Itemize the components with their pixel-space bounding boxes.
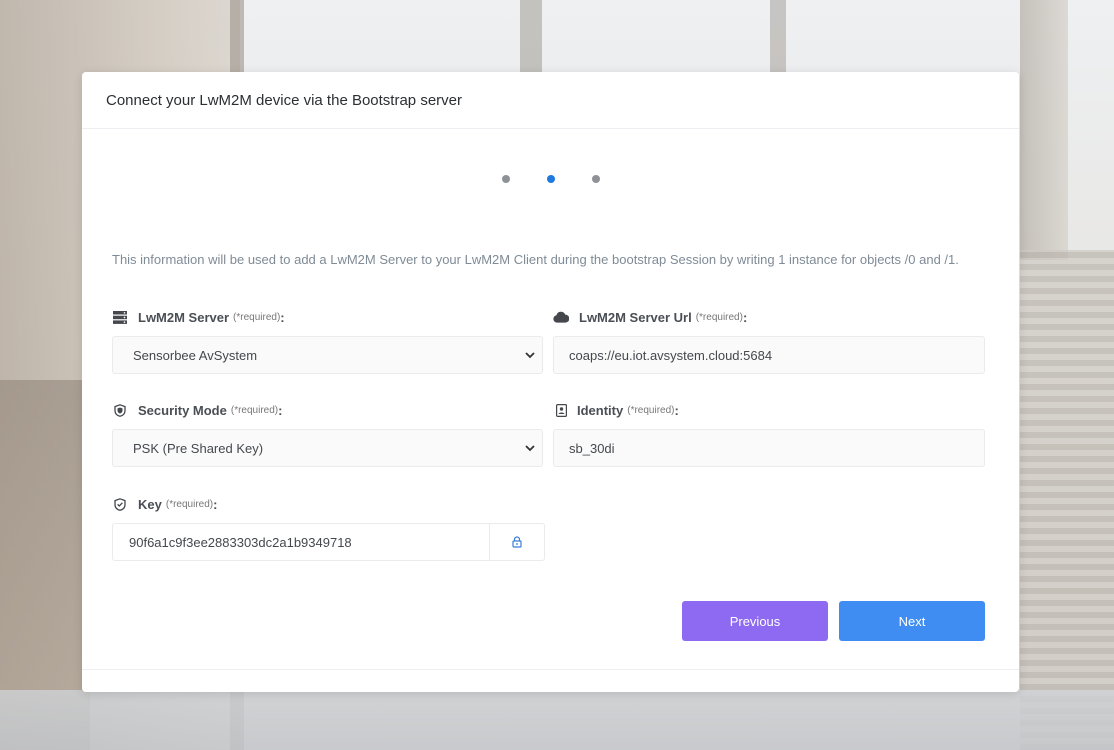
card-footer-divider <box>82 669 1019 670</box>
chevron-down-icon <box>525 352 535 359</box>
server-label: LwM2M Server (*required) : <box>112 308 543 326</box>
info-text: This information will be used to add a L… <box>112 252 959 267</box>
toggle-key-visibility-button[interactable] <box>489 523 545 561</box>
server-url-input[interactable]: coaps://eu.iot.avsystem.cloud:5684 <box>553 336 985 374</box>
server-field: LwM2M Server (*required) : Sensorbee AvS… <box>112 308 543 374</box>
identity-field: Identity (*required) : sb_30di <box>553 401 985 467</box>
security-mode-select[interactable]: PSK (Pre Shared Key) <box>112 429 543 467</box>
next-button[interactable]: Next <box>839 601 985 641</box>
bootstrap-wizard-card: Connect your LwM2M device via the Bootst… <box>82 72 1019 692</box>
lock-icon <box>512 536 522 548</box>
identity-input[interactable]: sb_30di <box>553 429 985 467</box>
server-url-label: LwM2M Server Url (*required) : <box>553 308 985 326</box>
server-icon <box>112 309 128 325</box>
id-card-icon <box>553 402 569 418</box>
step-dot-1[interactable] <box>501 175 510 183</box>
shield-check-icon <box>112 496 128 512</box>
shield-icon <box>112 402 128 418</box>
step-indicator <box>82 175 1019 183</box>
server-select[interactable]: Sensorbee AvSystem <box>112 336 543 374</box>
chevron-down-icon <box>525 445 535 452</box>
previous-button[interactable]: Previous <box>682 601 828 641</box>
security-mode-field: Security Mode (*required) : PSK (Pre Sha… <box>112 401 543 467</box>
identity-label: Identity (*required) : <box>553 401 985 419</box>
page-title: Connect your LwM2M device via the Bootst… <box>106 91 462 109</box>
server-url-field: LwM2M Server Url (*required) : coaps://e… <box>553 308 985 374</box>
key-label: Key (*required) : <box>112 495 545 513</box>
step-dot-3[interactable] <box>591 175 600 183</box>
security-mode-label: Security Mode (*required) : <box>112 401 543 419</box>
cloud-icon <box>553 309 569 325</box>
key-input[interactable]: 90f6a1c9f3ee2883303dc2a1b9349718 <box>112 523 489 561</box>
step-dot-2-active[interactable] <box>546 175 555 183</box>
key-field: Key (*required) : 90f6a1c9f3ee2883303dc2… <box>112 495 545 561</box>
card-header: Connect your LwM2M device via the Bootst… <box>82 72 1019 129</box>
key-input-group: 90f6a1c9f3ee2883303dc2a1b9349718 <box>112 523 545 561</box>
